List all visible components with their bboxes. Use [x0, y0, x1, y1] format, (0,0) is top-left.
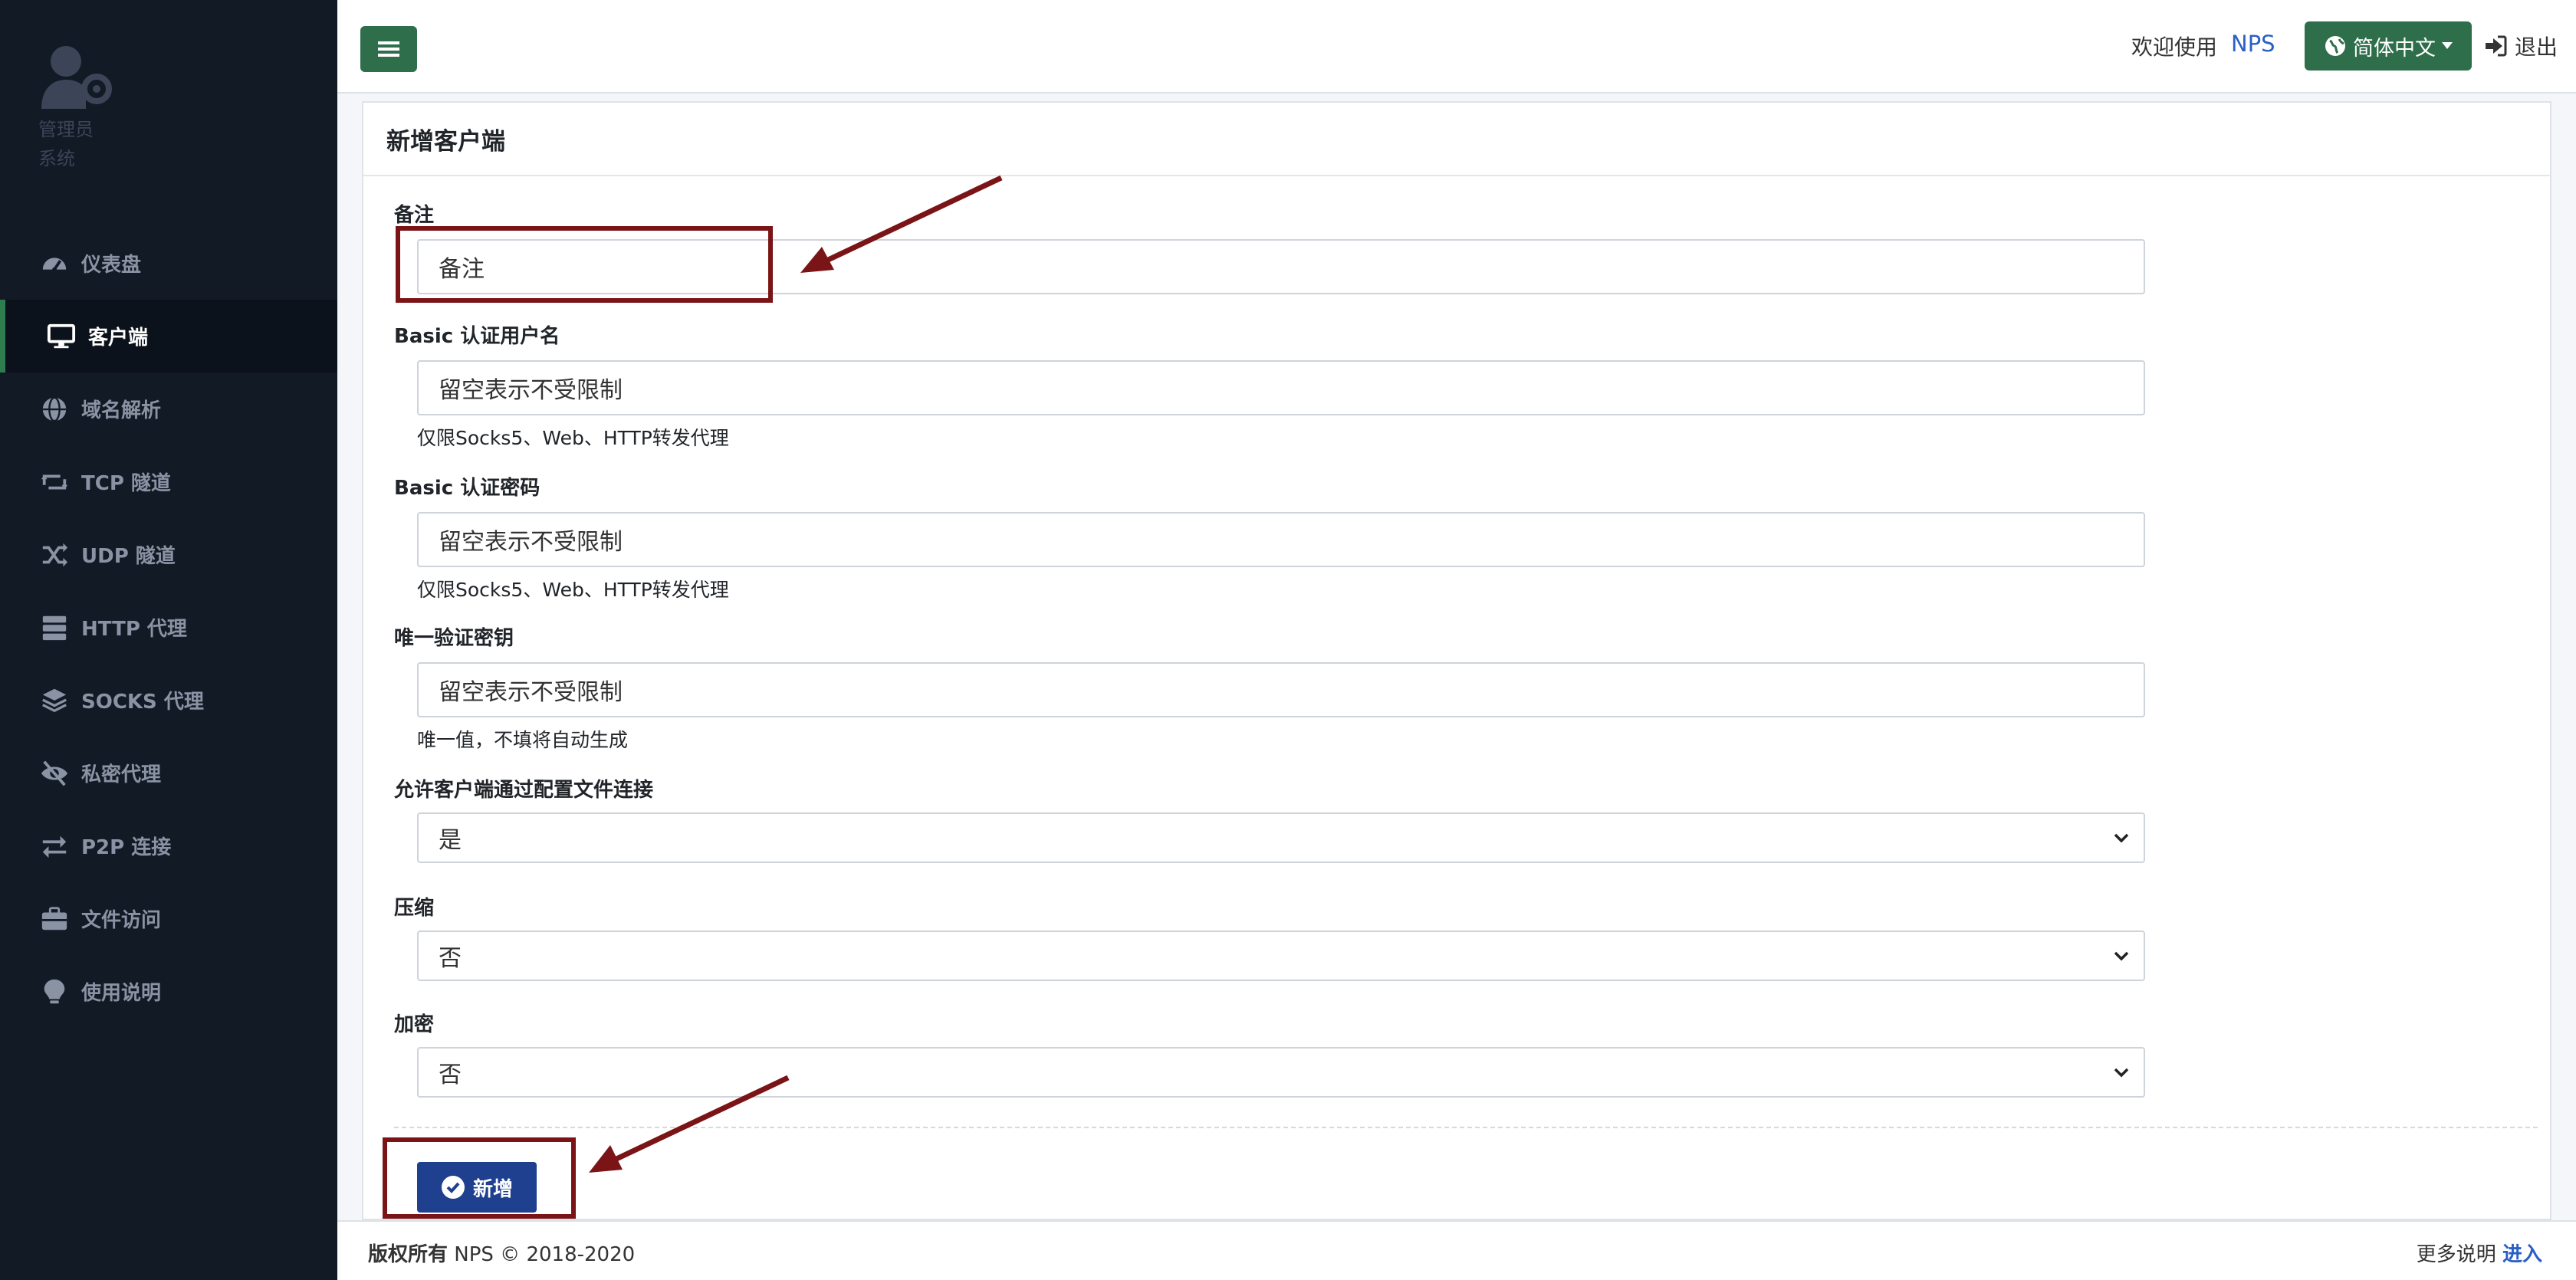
user-system: 系统	[38, 148, 75, 169]
random-icon	[38, 539, 71, 571]
basic-pass-help: 仅限Socks5、Web、HTTP转发代理	[417, 579, 729, 601]
sidebar-item-clients[interactable]: 客户端	[0, 300, 337, 373]
sidebar-item-label: SOCKS 代理	[81, 691, 204, 714]
basic-user-help: 仅限Socks5、Web、HTTP转发代理	[417, 427, 729, 449]
logout-label: 退出	[2515, 34, 2558, 60]
user-cog-icon	[41, 46, 112, 109]
vkey-label: 唯一验证密钥	[394, 627, 514, 650]
basic-pass-label: Basic 认证密码	[394, 477, 540, 500]
sidebar-item-label: 使用说明	[81, 982, 162, 1005]
sidebar-item-label: TCP 隧道	[81, 472, 171, 495]
copyright-text: NPS © 2018-2020	[454, 1243, 636, 1266]
copyright: 版权所有 NPS © 2018-2020	[368, 1239, 635, 1267]
caret-down-icon	[2442, 42, 2453, 49]
crypt-select[interactable]: 否	[417, 1047, 2145, 1098]
sidebar-item-http[interactable]: HTTP 代理	[0, 591, 337, 664]
footer: 版权所有 NPS © 2018-2020 更多说明 进入	[337, 1220, 2576, 1280]
exchange-icon	[38, 830, 71, 862]
layers-icon	[38, 684, 71, 717]
user-role: 管理员	[38, 119, 94, 140]
sign-out-icon	[2486, 35, 2507, 57]
logout-link[interactable]: 退出	[2484, 31, 2558, 61]
footer-more-label: 更多说明	[2416, 1243, 2496, 1266]
sidebar-item-secret[interactable]: 私密代理	[0, 737, 337, 809]
copyright-bold: 版权所有	[368, 1243, 449, 1266]
sidebar-item-label: 客户端	[88, 327, 149, 350]
desktop-icon	[45, 320, 77, 353]
sidebar-item-dashboard[interactable]: 仪表盘	[0, 227, 337, 300]
sidebar-item-label: 私密代理	[81, 763, 162, 786]
globe-icon	[38, 393, 71, 425]
chevron-down-icon	[2114, 833, 2129, 843]
globe-icon	[2325, 36, 2345, 56]
language-label: 简体中文	[2353, 36, 2436, 61]
basic-pass-input[interactable]: 留空表示不受限制	[417, 512, 2145, 567]
eye-slash-icon	[38, 757, 71, 789]
vkey-input[interactable]: 留空表示不受限制	[417, 662, 2145, 717]
sidebar-item-label: 仪表盘	[81, 254, 142, 277]
compress-value: 否	[439, 945, 462, 972]
sidebar-nav: 仪表盘 客户端 域名解析 TCP 隧道 UDP 隧道 HTTP 代理 SOCKS…	[0, 227, 337, 1028]
sidebar-item-label: P2P 连接	[81, 836, 172, 859]
vkey-help: 唯一值，不填将自动生成	[417, 729, 629, 751]
sidebar-item-label: UDP 隧道	[81, 545, 176, 568]
sidebar-item-udp[interactable]: UDP 隧道	[0, 518, 337, 591]
hamburger-icon	[378, 41, 399, 57]
welcome-text: 欢迎使用	[2131, 34, 2218, 60]
chevron-down-icon	[2114, 1068, 2129, 1078]
language-dropdown[interactable]: 简体中文	[2305, 21, 2472, 71]
basic-user-input[interactable]: 留空表示不受限制	[417, 360, 2145, 415]
user-block	[38, 43, 115, 115]
basic-user-label: Basic 认证用户名	[394, 325, 560, 348]
config-conn-value: 是	[439, 827, 462, 854]
crypt-value: 否	[439, 1062, 462, 1088]
brand-link[interactable]: NPS	[2231, 31, 2275, 57]
sidebar-item-help[interactable]: 使用说明	[0, 955, 337, 1028]
chevron-down-icon	[2114, 951, 2129, 961]
crypt-label: 加密	[394, 1013, 435, 1036]
dashboard-icon	[38, 248, 71, 280]
remark-label: 备注	[394, 204, 435, 227]
sidebar-item-files[interactable]: 文件访问	[0, 882, 337, 955]
retweet-icon	[38, 466, 71, 498]
config-conn-label: 允许客户端通过配置文件连接	[394, 779, 654, 802]
compress-select[interactable]: 否	[417, 930, 2145, 981]
sidebar-item-label: HTTP 代理	[81, 618, 187, 641]
footer-enter-link[interactable]: 进入	[2502, 1243, 2542, 1266]
menu-toggle-button[interactable]	[360, 26, 417, 72]
lightbulb-icon	[38, 976, 71, 1008]
sidebar-item-domain[interactable]: 域名解析	[0, 373, 337, 445]
sidebar-item-p2p[interactable]: P2P 连接	[0, 809, 337, 882]
sidebar-item-label: 域名解析	[81, 399, 162, 422]
briefcase-icon	[38, 903, 71, 935]
annotation-box-submit	[383, 1137, 576, 1219]
topbar: 欢迎使用 NPS 简体中文 退出	[337, 0, 2576, 94]
config-conn-select[interactable]: 是	[417, 812, 2145, 863]
sidebar-item-tcp[interactable]: TCP 隧道	[0, 445, 337, 518]
compress-label: 压缩	[394, 897, 435, 920]
sidebar-item-label: 文件访问	[81, 909, 162, 932]
user-info: 管理员 系统	[38, 115, 94, 173]
server-icon	[38, 612, 71, 644]
annotation-box-remark	[396, 226, 773, 303]
card-title: 新增客户端	[363, 103, 2550, 176]
footer-more: 更多说明 进入	[2417, 1239, 2542, 1267]
sidebar: 管理员 系统 仪表盘 客户端 域名解析 TCP 隧道 UDP 隧道 HTTP 代…	[0, 0, 337, 1280]
sidebar-item-socks[interactable]: SOCKS 代理	[0, 664, 337, 737]
form-divider	[394, 1127, 2538, 1128]
